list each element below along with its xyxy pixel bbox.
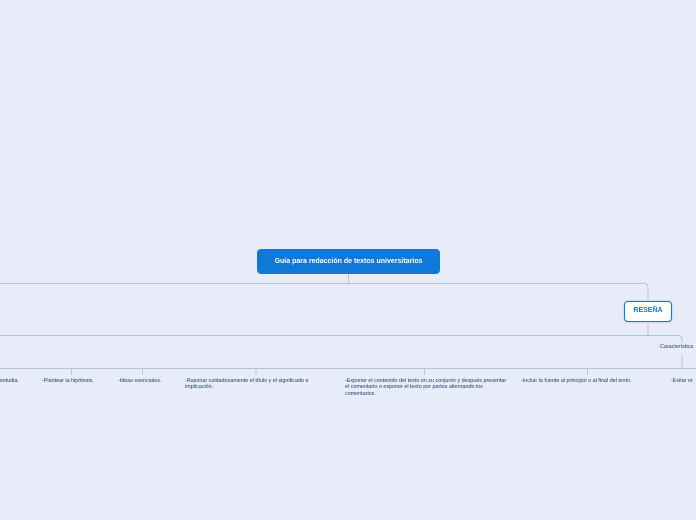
connector-resena-horizontal (0, 335, 683, 343)
item-estudia[interactable]: estudia. (0, 378, 19, 384)
item-razonar-titulo[interactable]: -Razonar cuidadosamente el título y el s… (185, 378, 335, 391)
item-ideas-esenciales[interactable]: -Ideas esenciales. (118, 378, 161, 384)
item-incluir-fuente[interactable]: -Incluir la fuente al principio o al fin… (521, 378, 632, 384)
branch-resena[interactable]: RESEÑA (624, 301, 672, 322)
connector-root-horizontal (0, 283, 649, 301)
item-evitar[interactable]: -Evitar re (671, 378, 693, 384)
item-exponer-contenido[interactable]: -Exponer el contenido del texto en su co… (345, 378, 510, 397)
item-plantear-hipotesis[interactable]: -Plantear la hipótesis. (42, 378, 94, 384)
subtopic-caracteristica[interactable]: Característica (660, 344, 693, 350)
root-topic[interactable]: Guía para redacción de textos universita… (257, 249, 440, 274)
